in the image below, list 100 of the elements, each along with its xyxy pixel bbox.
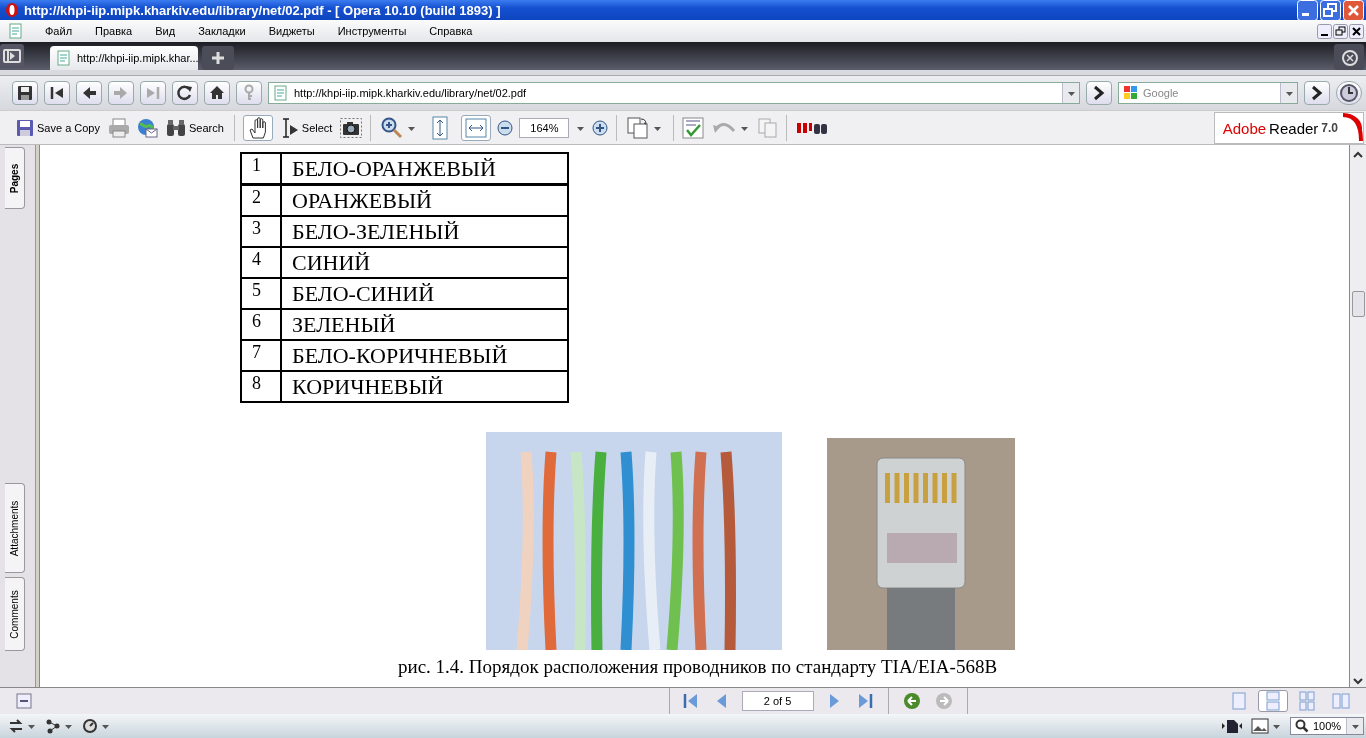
menu-item[interactable]: Правка xyxy=(83,25,144,37)
menu-item[interactable]: Инструменты xyxy=(325,25,418,37)
table-cell: 2 xyxy=(241,184,281,216)
speedometer-icon xyxy=(82,718,98,734)
save-button[interactable] xyxy=(12,81,38,105)
zoom-out-button[interactable] xyxy=(497,119,514,136)
figure-caption: рис. 1.4. Порядок расположения проводников по стандарту TIA/EIA-568B xyxy=(398,656,998,678)
table-cell: 3 xyxy=(241,216,281,247)
minimize-button[interactable] xyxy=(1317,23,1332,39)
arrows-icon xyxy=(8,718,24,734)
table-cell: 7 xyxy=(241,340,281,371)
search-go-button[interactable] xyxy=(1304,81,1330,105)
home-button[interactable] xyxy=(204,81,230,105)
table-cell: 5 xyxy=(241,278,281,309)
printer-icon[interactable] xyxy=(108,117,130,138)
restore-button[interactable] xyxy=(1333,23,1348,39)
menu-item[interactable]: Закладки xyxy=(186,25,257,37)
network-icon xyxy=(45,718,61,734)
page-layout-icon xyxy=(1331,691,1351,711)
zoom-in-button[interactable] xyxy=(592,119,609,136)
fit-width-icon xyxy=(465,117,488,138)
dropdown-button[interactable] xyxy=(1280,83,1297,103)
reload-button[interactable] xyxy=(172,81,198,105)
new-tab-button[interactable] xyxy=(202,46,234,70)
hand-tool-button[interactable] xyxy=(242,114,273,141)
camera-icon[interactable] xyxy=(340,117,363,138)
page-info-icon[interactable] xyxy=(1221,718,1243,734)
close-button[interactable] xyxy=(1349,23,1364,39)
continuous-button[interactable] xyxy=(1258,690,1288,712)
side-tab[interactable]: Attachments xyxy=(5,483,25,573)
save-copy-button[interactable]: Save a Copy xyxy=(14,114,102,141)
table-cell: 1 xyxy=(241,153,281,185)
spell-check-icon[interactable] xyxy=(682,116,705,139)
table-cell: ОРАНЖЕВЫЙ xyxy=(281,184,568,216)
clock-icon xyxy=(1339,83,1359,103)
network-button[interactable] xyxy=(45,718,74,734)
hand-icon xyxy=(247,116,268,139)
search-icon xyxy=(1295,719,1309,733)
globe-envelope-icon[interactable] xyxy=(136,117,158,138)
menu-item[interactable]: Файл xyxy=(33,25,84,37)
adobe-reader-logo: Adobe Reader 7.0 xyxy=(1213,112,1364,144)
address-field[interactable]: http://khpi-iip.mipk.kharkiv.edu/library/net/02.pdf xyxy=(268,82,1080,104)
browser-tab[interactable]: http://khpi-iip.mipk.khar... xyxy=(50,46,198,70)
page-layout-icon xyxy=(1297,691,1317,711)
document-icon xyxy=(273,85,288,101)
menu-item[interactable]: Виджеты xyxy=(256,25,326,37)
vertical-scrollbar[interactable] xyxy=(1350,145,1366,687)
menu-item[interactable]: Справка xyxy=(417,25,484,37)
magnifier-icon xyxy=(381,116,404,139)
pane-toggle-icon[interactable] xyxy=(16,693,32,709)
first-page-button[interactable] xyxy=(681,692,700,710)
history-button[interactable] xyxy=(1336,81,1362,105)
window-title: http://khpi-iip.mipk.kharkiv.edu/library/net/02.pdf - [ Opera 10.10 (build 1893) ] xyxy=(24,2,502,18)
table-cell: БЕЛО-ЗЕЛЕНЫЙ xyxy=(281,216,568,247)
fit-page-icon xyxy=(432,115,449,140)
document-icon xyxy=(8,23,23,39)
home-icon xyxy=(208,84,226,102)
fast-forward-icon xyxy=(144,84,162,102)
side-tab[interactable]: Comments xyxy=(5,577,25,651)
go-button[interactable] xyxy=(1086,81,1112,105)
speedometer-button[interactable] xyxy=(82,718,111,734)
menu-item[interactable]: Вид xyxy=(143,25,187,37)
page-layout-icon xyxy=(1263,691,1283,711)
opera-logo-icon xyxy=(5,2,19,18)
table-cell: БЕЛО-КОРИЧНЕВЫЙ xyxy=(281,340,568,371)
table-cell: БЕЛО-ОРАНЖЕВЫЙ xyxy=(281,153,568,185)
table-cell: БЕЛО-СИНИЙ xyxy=(281,278,568,309)
swoosh-icon xyxy=(1341,113,1363,143)
rewind-button[interactable] xyxy=(44,81,70,105)
text-cursor-icon xyxy=(280,117,299,138)
table-cell: КОРИЧНЕВЫЙ xyxy=(281,371,568,402)
table-cell: 8 xyxy=(241,371,281,402)
zoom-field[interactable]: 100% xyxy=(1290,717,1364,735)
table-cell: 6 xyxy=(241,309,281,340)
back-button[interactable] xyxy=(76,81,102,105)
search-button[interactable]: Search xyxy=(164,114,226,141)
pages-icon xyxy=(627,116,650,139)
zoom-field[interactable]: 164% xyxy=(519,117,570,138)
picture-icon xyxy=(1251,718,1269,734)
document-icon xyxy=(56,50,71,66)
binoculars-icon xyxy=(166,118,186,137)
side-tab[interactable]: Pages xyxy=(5,147,25,209)
table-cell: СИНИЙ xyxy=(281,247,568,278)
rewind-icon xyxy=(48,84,66,102)
page-layout-icon xyxy=(1229,691,1249,711)
closed-tabs-button[interactable] xyxy=(1334,44,1364,70)
search-field[interactable]: Google xyxy=(1118,82,1298,104)
dropdown-button[interactable] xyxy=(1062,83,1079,103)
table-cell: 4 xyxy=(241,247,281,278)
scroll-thumb[interactable] xyxy=(1351,291,1365,317)
search-engine-icon xyxy=(1123,85,1139,101)
arrows-button[interactable] xyxy=(8,718,37,734)
image-toggle-button[interactable] xyxy=(1251,718,1282,734)
select-text-button[interactable]: Select xyxy=(278,114,335,141)
save-icon xyxy=(16,84,34,102)
table-cell: ЗЕЛЕНЫЙ xyxy=(281,309,568,340)
previous-view-button[interactable] xyxy=(902,692,921,710)
reload-icon xyxy=(176,84,194,102)
page-number-field[interactable]: 2 of 5 xyxy=(741,691,814,711)
panel-toggle-button[interactable] xyxy=(0,44,24,68)
